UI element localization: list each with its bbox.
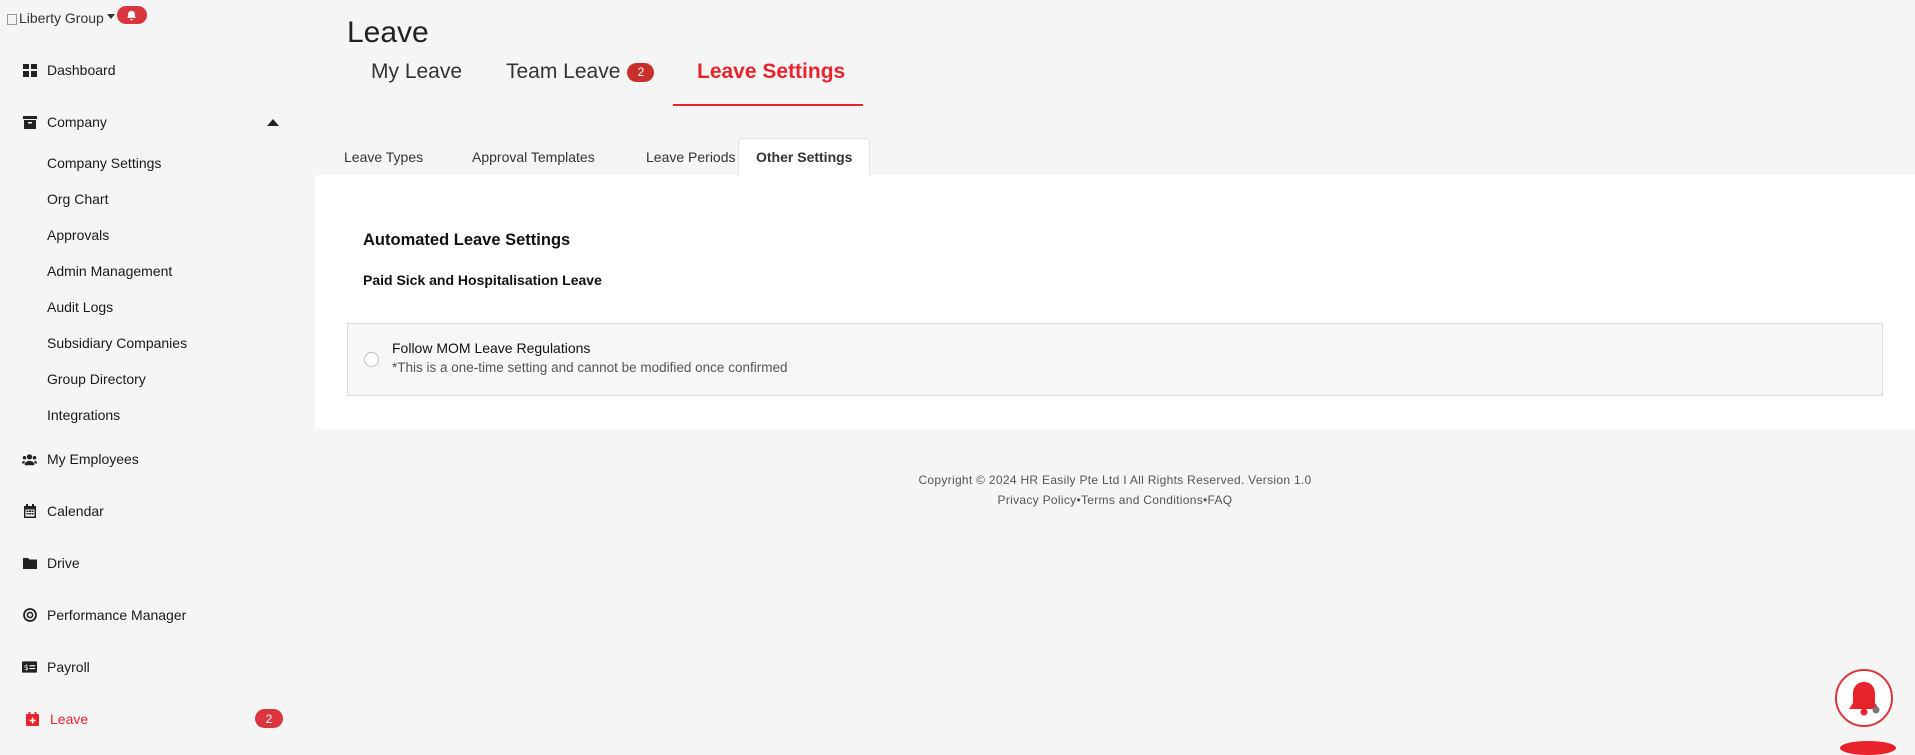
sidebar-item-label: My Employees — [47, 451, 139, 467]
notification-badge[interactable] — [116, 6, 147, 24]
sidebar-subitem-integrations[interactable]: Integrations — [47, 407, 120, 423]
sidebar-item-performance-manager[interactable]: Performance Manager — [22, 607, 186, 623]
page-title: Leave — [347, 16, 429, 49]
sidebar-subitem-group-directory[interactable]: Group Directory — [47, 371, 146, 387]
target-icon — [22, 608, 37, 622]
subtab-approval-templates[interactable]: Approval Templates — [455, 138, 612, 175]
subtab-bar: Leave Types Approval Templates Leave Per… — [315, 138, 1915, 176]
copyright-text: Copyright © 2024 HR Easily Pte Ltd I All… — [918, 473, 1312, 487]
faq-link[interactable]: FAQ — [1208, 493, 1233, 507]
sidebar-item-label: Dashboard — [47, 62, 116, 78]
mom-regulation-radio[interactable] — [364, 352, 379, 367]
brand-logo[interactable]: Liberty Group — [7, 10, 104, 26]
tab-team-leave[interactable]: Team Leave 2 — [506, 60, 655, 84]
sidebar-item-label: Company — [47, 114, 107, 130]
sidebar-item-label: Drive — [47, 555, 80, 571]
bell-icon — [1849, 682, 1880, 716]
team-leave-badge: 2 — [627, 62, 655, 82]
tab-label: Team Leave — [506, 60, 621, 83]
sidebar-item-leave[interactable]: Leave — [25, 711, 88, 727]
sidebar-item-label: Payroll — [47, 659, 90, 675]
settings-panel: Automated Leave Settings Paid Sick and H… — [315, 175, 1915, 429]
section-subtitle: Paid Sick and Hospitalisation Leave — [363, 272, 602, 288]
sidebar-item-label: Performance Manager — [47, 607, 187, 623]
sidebar-subitem-subsidiary-companies[interactable]: Subsidiary Companies — [47, 335, 187, 351]
option-note: *This is a one-time setting and cannot b… — [392, 360, 788, 375]
svg-text:$: $ — [24, 663, 29, 672]
sidebar-item-drive[interactable]: Drive — [22, 555, 80, 571]
option-label: Follow MOM Leave Regulations — [392, 340, 591, 356]
sidebar-item-label: Calendar — [47, 503, 104, 519]
caret-down-icon[interactable] — [106, 13, 115, 19]
tab-my-leave[interactable]: My Leave — [371, 60, 462, 84]
section-title: Automated Leave Settings — [363, 231, 571, 249]
sidebar-item-payroll[interactable]: $ Payroll — [22, 659, 90, 675]
dashboard-icon — [22, 63, 37, 77]
sidebar-subitem-company-settings[interactable]: Company Settings — [47, 155, 161, 171]
sidebar-subitem-admin-management[interactable]: Admin Management — [47, 263, 172, 279]
subtab-leave-types[interactable]: Leave Types — [327, 138, 440, 175]
sidebar-subitem-approvals[interactable]: Approvals — [47, 227, 109, 243]
chat-widget-edge[interactable] — [1840, 741, 1896, 755]
sidebar-item-my-employees[interactable]: My Employees — [22, 451, 139, 467]
sidebar-item-calendar[interactable]: Calendar — [22, 503, 104, 519]
mom-regulation-option[interactable]: Follow MOM Leave Regulations *This is a … — [347, 323, 1883, 396]
archive-icon — [22, 115, 37, 129]
chevron-up-icon[interactable] — [267, 119, 279, 126]
folder-icon — [22, 556, 37, 570]
subtab-other-settings[interactable]: Other Settings — [738, 138, 871, 176]
leave-count-badge: 2 — [255, 709, 283, 728]
calendar-plus-icon — [25, 712, 40, 726]
privacy-policy-link[interactable]: Privacy Policy — [998, 493, 1077, 507]
users-icon — [22, 452, 37, 466]
payroll-icon: $ — [22, 660, 37, 674]
broken-image-icon — [7, 13, 17, 25]
sidebar-item-label: Leave — [50, 711, 89, 727]
active-tab-underline — [673, 104, 863, 106]
sidebar-item-company[interactable]: Company — [22, 114, 107, 130]
brand[interactable]: Liberty Group — [7, 6, 147, 27]
footer-links: Privacy Policy•Terms and Conditions•FAQ — [315, 490, 1915, 510]
tab-leave-settings[interactable]: Leave Settings — [697, 60, 845, 84]
brand-alt-text: Liberty Group — [19, 10, 104, 26]
sidebar: Liberty Group Dashboard Company Company … — [0, 0, 315, 748]
terms-link[interactable]: Terms and Conditions — [1081, 493, 1203, 507]
sidebar-item-dashboard[interactable]: Dashboard — [22, 62, 116, 78]
subtab-leave-periods[interactable]: Leave Periods — [629, 138, 753, 175]
bell-icon — [127, 10, 137, 20]
notification-fab[interactable] — [1835, 669, 1893, 727]
footer: Copyright © 2024 HR Easily Pte Ltd I All… — [315, 470, 1915, 510]
sidebar-subitem-audit-logs[interactable]: Audit Logs — [47, 299, 113, 315]
sidebar-subitem-org-chart[interactable]: Org Chart — [47, 191, 108, 207]
calendar-icon — [22, 504, 37, 518]
